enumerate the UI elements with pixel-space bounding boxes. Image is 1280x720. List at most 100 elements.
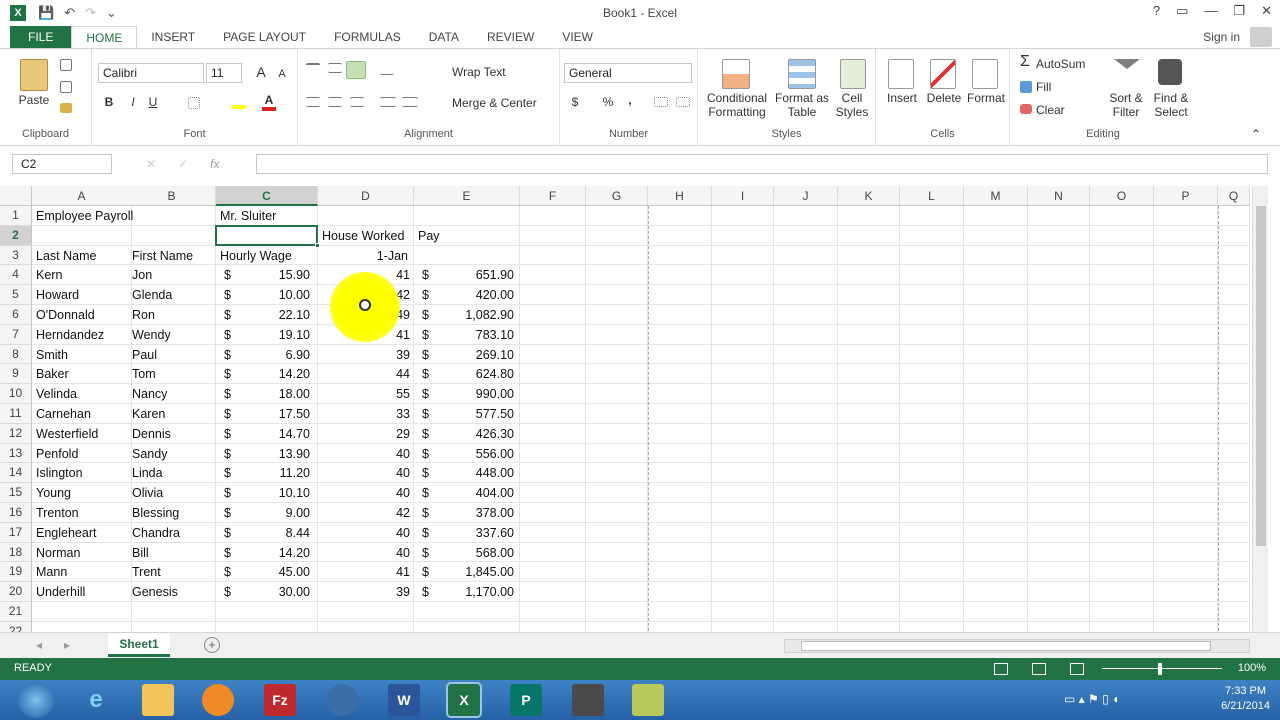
cell-b18[interactable]: Bill bbox=[128, 543, 216, 563]
column-header-e[interactable]: E bbox=[414, 186, 520, 206]
column-header-o[interactable]: O bbox=[1090, 186, 1154, 206]
orientation-icon[interactable] bbox=[379, 63, 399, 75]
cell-a1[interactable]: Employee Payroll bbox=[32, 206, 133, 226]
selected-cell-c2[interactable] bbox=[215, 224, 318, 246]
cell-c8[interactable]: 6.90 bbox=[216, 345, 318, 365]
cell-b14[interactable]: Linda bbox=[128, 463, 216, 483]
format-cells-icon[interactable] bbox=[972, 59, 998, 89]
align-right-icon[interactable] bbox=[350, 97, 364, 107]
align-left-icon[interactable] bbox=[306, 97, 320, 107]
tray-icons[interactable]: ▭ ▴ ⚑ ▯ ◖ bbox=[1064, 692, 1119, 706]
vertical-scroll-thumb[interactable] bbox=[1256, 206, 1266, 546]
cell-c20[interactable]: 30.00 bbox=[216, 582, 318, 602]
insert-function-icon[interactable]: ✕ ✓ fx bbox=[146, 154, 246, 174]
fill-icon[interactable] bbox=[1020, 81, 1032, 93]
cell-d3[interactable]: 1-Jan bbox=[318, 246, 414, 266]
decrease-decimal-icon[interactable] bbox=[676, 97, 690, 107]
cell-b16[interactable]: Blessing bbox=[128, 503, 216, 523]
customize-qat-icon[interactable]: ⌄ bbox=[106, 5, 117, 21]
row-header-15[interactable]: 15 bbox=[0, 483, 32, 503]
cell-d9[interactable]: 44 bbox=[318, 364, 414, 384]
column-header-i[interactable]: I bbox=[712, 186, 774, 206]
copy-icon[interactable] bbox=[60, 81, 72, 93]
cell-e9[interactable]: 624.80 bbox=[414, 364, 520, 384]
row-header-13[interactable]: 13 bbox=[0, 443, 32, 464]
increase-decimal-icon[interactable] bbox=[654, 97, 668, 107]
paste-icon[interactable] bbox=[20, 59, 48, 91]
close-button[interactable]: ✕ bbox=[1261, 3, 1272, 19]
cell-a16[interactable]: Trenton bbox=[32, 503, 132, 523]
cell-b15[interactable]: Olivia bbox=[128, 483, 216, 503]
merge-center-button[interactable]: Merge & Center bbox=[432, 96, 552, 110]
cell-e10[interactable]: 990.00 bbox=[414, 384, 520, 404]
collapse-ribbon-icon[interactable]: ⌃ bbox=[1250, 127, 1262, 141]
row-header-7[interactable]: 7 bbox=[0, 324, 32, 345]
cell-d10[interactable]: 55 bbox=[318, 384, 414, 404]
sign-in-link[interactable]: Sign in bbox=[1203, 30, 1240, 44]
cell-b6[interactable]: Ron bbox=[128, 305, 216, 325]
sync-app-icon[interactable] bbox=[326, 684, 358, 716]
row-header-2[interactable]: 2 bbox=[0, 225, 32, 246]
cell-c16[interactable]: 9.00 bbox=[216, 503, 318, 523]
cell-d8[interactable]: 39 bbox=[318, 345, 414, 365]
shrink-font-button[interactable]: A bbox=[276, 67, 288, 81]
find-select-icon[interactable] bbox=[1158, 59, 1182, 85]
select-all-corner[interactable] bbox=[0, 186, 32, 206]
media-player-icon[interactable] bbox=[202, 684, 234, 716]
tab-data[interactable]: DATA bbox=[415, 26, 473, 48]
font-size-select[interactable]: 11 bbox=[206, 63, 242, 83]
row-header-11[interactable]: 11 bbox=[0, 404, 32, 424]
cell-b10[interactable]: Nancy bbox=[128, 384, 216, 404]
cell-a6[interactable]: O'Donnald bbox=[32, 305, 132, 325]
cell-b17[interactable]: Chandra bbox=[128, 523, 216, 543]
find-select-button[interactable]: Find & Select bbox=[1150, 91, 1192, 119]
cell-d14[interactable]: 40 bbox=[318, 463, 414, 483]
align-bottom-icon[interactable] bbox=[346, 61, 366, 79]
maximize-button[interactable]: ❐ bbox=[1233, 3, 1245, 19]
cell-c7[interactable]: 19.10 bbox=[216, 325, 318, 345]
word-icon[interactable]: W bbox=[388, 684, 420, 716]
help-icon[interactable]: ? bbox=[1153, 3, 1160, 19]
cell-styles-icon[interactable] bbox=[840, 59, 866, 89]
cell-d13[interactable]: 40 bbox=[318, 444, 414, 464]
row-header-1[interactable]: 1 bbox=[0, 206, 32, 226]
vertical-scrollbar[interactable] bbox=[1252, 186, 1268, 632]
cell-b7[interactable]: Wendy bbox=[128, 325, 216, 345]
cell-c1[interactable]: Mr. Sluiter bbox=[216, 206, 318, 226]
wrap-text-button[interactable]: Wrap Text bbox=[432, 65, 522, 79]
avatar[interactable] bbox=[1250, 27, 1272, 47]
cell-d11[interactable]: 33 bbox=[318, 404, 414, 424]
fill-color-icon[interactable] bbox=[232, 97, 246, 109]
new-sheet-button[interactable]: + bbox=[204, 637, 220, 653]
align-middle-icon[interactable] bbox=[328, 63, 342, 73]
cell-c12[interactable]: 14.70 bbox=[216, 424, 318, 444]
cell-a3[interactable]: Last Name bbox=[32, 246, 132, 266]
cell-a5[interactable]: Howard bbox=[32, 285, 132, 305]
percent-style-button[interactable]: % bbox=[602, 95, 614, 109]
row-header-10[interactable]: 10 bbox=[0, 384, 32, 404]
cell-b3[interactable]: First Name bbox=[128, 246, 216, 266]
column-header-k[interactable]: K bbox=[838, 186, 900, 206]
cell-e11[interactable]: 577.50 bbox=[414, 404, 520, 424]
currency-format-button[interactable]: $ bbox=[570, 95, 580, 109]
row-header-19[interactable]: 19 bbox=[0, 562, 32, 583]
row-header-3[interactable]: 3 bbox=[0, 245, 32, 266]
undo-icon[interactable]: ↶ bbox=[64, 5, 75, 21]
cell-b9[interactable]: Tom bbox=[128, 364, 216, 384]
filezilla-icon[interactable]: Fz bbox=[264, 684, 296, 716]
borders-icon[interactable] bbox=[188, 97, 200, 109]
column-header-a[interactable]: A bbox=[32, 186, 132, 206]
cell-c10[interactable]: 18.00 bbox=[216, 384, 318, 404]
name-box[interactable]: C2 bbox=[12, 154, 112, 174]
cell-d19[interactable]: 41 bbox=[318, 562, 414, 582]
row-header-17[interactable]: 17 bbox=[0, 522, 32, 543]
cell-c15[interactable]: 10.10 bbox=[216, 483, 318, 503]
cell-e13[interactable]: 556.00 bbox=[414, 444, 520, 464]
increase-indent-icon[interactable] bbox=[402, 97, 418, 107]
minimize-button[interactable]: — bbox=[1204, 3, 1217, 19]
prev-sheet-icon[interactable]: ◂ bbox=[36, 638, 42, 652]
cell-e15[interactable]: 404.00 bbox=[414, 483, 520, 503]
font-name-select[interactable]: Calibri bbox=[98, 63, 204, 83]
comma-style-button[interactable]: , bbox=[626, 93, 634, 107]
sort-filter-icon[interactable] bbox=[1114, 59, 1140, 89]
